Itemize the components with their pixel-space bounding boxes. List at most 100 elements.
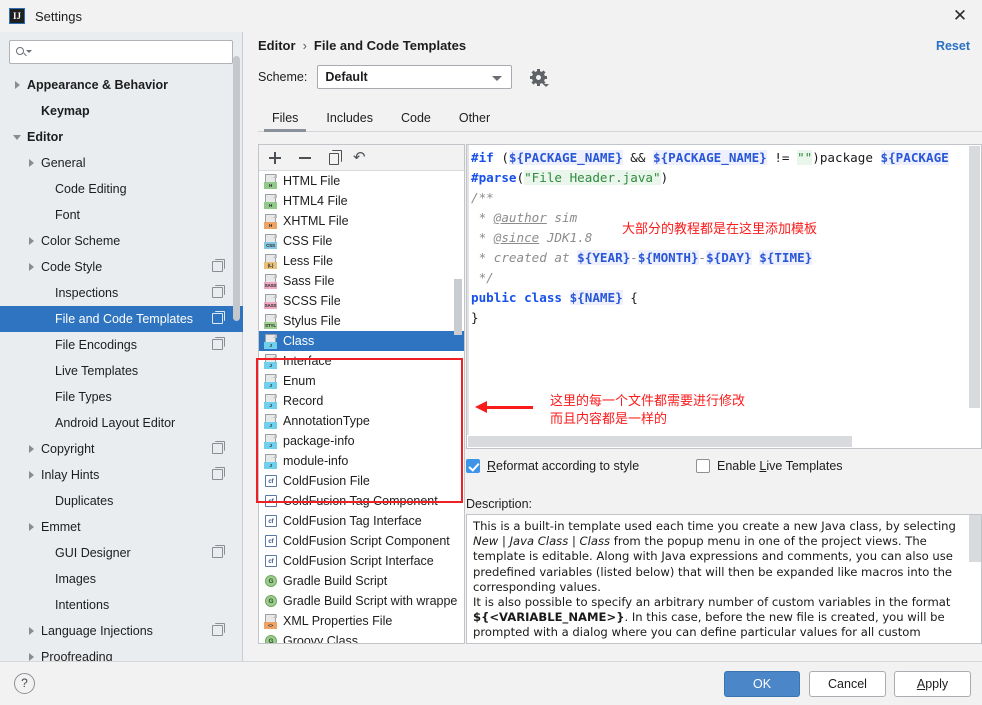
- list-item[interactable]: GGradle Build Script with wrappe: [259, 591, 464, 611]
- list-item[interactable]: STYLStylus File: [259, 311, 464, 331]
- editor-horizontal-scrollbar[interactable]: [467, 435, 970, 448]
- sidebar-scrollbar[interactable]: [233, 56, 240, 321]
- chevron-right-icon[interactable]: [24, 263, 38, 271]
- sidebar-item-file-encodings[interactable]: File Encodings: [0, 332, 243, 358]
- list-scrollbar[interactable]: [454, 279, 462, 335]
- file-type-icon: CSS: [264, 234, 278, 249]
- tab-includes[interactable]: Includes: [312, 111, 387, 131]
- list-item[interactable]: cfColdFusion Script Component: [259, 531, 464, 551]
- cancel-button[interactable]: Cancel: [809, 671, 886, 697]
- editor-vertical-scrollbar[interactable]: [968, 145, 981, 410]
- sidebar-item-file-types[interactable]: File Types: [0, 384, 243, 410]
- help-button[interactable]: ?: [14, 673, 35, 694]
- reformat-checkbox[interactable]: [466, 459, 480, 473]
- sidebar-item-language-injections[interactable]: Language Injections: [0, 618, 243, 644]
- list-item[interactable]: Jpackage-info: [259, 431, 464, 451]
- list-item[interactable]: SASSSCSS File: [259, 291, 464, 311]
- sidebar-item-editor[interactable]: Editor: [0, 124, 243, 150]
- sidebar-item-appearance-behavior[interactable]: Appearance & Behavior: [0, 72, 243, 98]
- description-scrollbar[interactable]: [969, 515, 981, 562]
- list-item[interactable]: HXHTML File: [259, 211, 464, 231]
- chevron-right-icon[interactable]: [24, 523, 38, 531]
- search-input[interactable]: [32, 44, 226, 60]
- list-item[interactable]: GGradle Build Script: [259, 571, 464, 591]
- copy-settings-icon[interactable]: [212, 469, 223, 480]
- sidebar-item-inlay-hints[interactable]: Inlay Hints: [0, 462, 243, 488]
- list-item[interactable]: SASSSass File: [259, 271, 464, 291]
- list-item[interactable]: {L}Less File: [259, 251, 464, 271]
- search-box[interactable]: [9, 40, 233, 64]
- reset-template-icon[interactable]: ↶: [353, 150, 369, 166]
- list-item[interactable]: HHTML File: [259, 171, 464, 191]
- chevron-right-icon[interactable]: [24, 471, 38, 479]
- sidebar-item-copyright[interactable]: Copyright: [0, 436, 243, 462]
- breadcrumb-parent[interactable]: Editor: [258, 38, 296, 53]
- sidebar-item-gui-designer[interactable]: GUI Designer: [0, 540, 243, 566]
- sidebar-item-file-and-code-templates[interactable]: File and Code Templates: [0, 306, 243, 332]
- tab-files[interactable]: Files: [258, 111, 312, 131]
- list-item[interactable]: <>XML Properties File: [259, 611, 464, 631]
- copy-settings-icon[interactable]: [212, 287, 223, 298]
- sidebar-item-images[interactable]: Images: [0, 566, 243, 592]
- list-item[interactable]: CSS CSS File: [259, 231, 464, 251]
- template-code-editor[interactable]: #if (${PACKAGE_NAME} && ${PACKAGE_NAME} …: [466, 144, 982, 449]
- chevron-down-icon[interactable]: [10, 135, 24, 140]
- list-item[interactable]: cfColdFusion Tag Interface: [259, 511, 464, 531]
- copy-settings-icon[interactable]: [212, 547, 223, 558]
- list-item[interactable]: JEnum: [259, 371, 464, 391]
- sidebar-item-intentions[interactable]: Intentions: [0, 592, 243, 618]
- apply-button[interactable]: Apply: [894, 671, 971, 697]
- chevron-right-icon[interactable]: [10, 81, 24, 89]
- list-item[interactable]: JClass: [259, 331, 464, 351]
- add-template-icon[interactable]: [267, 150, 283, 166]
- sidebar-item-android-layout-editor[interactable]: Android Layout Editor: [0, 410, 243, 436]
- chevron-right-icon[interactable]: [24, 653, 38, 661]
- reset-link[interactable]: Reset: [936, 39, 970, 53]
- list-item[interactable]: cfColdFusion Script Interface: [259, 551, 464, 571]
- sidebar-item-code-style[interactable]: Code Style: [0, 254, 243, 280]
- ok-button[interactable]: OK: [724, 671, 800, 697]
- tab-code[interactable]: Code: [387, 111, 445, 131]
- sidebar-item-color-scheme[interactable]: Color Scheme: [0, 228, 243, 254]
- sidebar-item-code-editing[interactable]: Code Editing: [0, 176, 243, 202]
- live-templates-checkbox[interactable]: [696, 459, 710, 473]
- list-item-label: CSS File: [283, 234, 332, 248]
- chevron-right-icon[interactable]: [24, 159, 38, 167]
- reformat-checkbox-row[interactable]: Reformat according to style: [466, 459, 639, 473]
- template-tabs[interactable]: FilesIncludesCodeOther: [258, 104, 982, 132]
- gear-icon[interactable]: [530, 69, 547, 86]
- sidebar-item-live-templates[interactable]: Live Templates: [0, 358, 243, 384]
- tab-other[interactable]: Other: [445, 111, 504, 131]
- sidebar-item-emmet[interactable]: Emmet: [0, 514, 243, 540]
- copy-settings-icon[interactable]: [212, 313, 223, 324]
- copy-template-icon[interactable]: [329, 153, 339, 165]
- copy-settings-icon[interactable]: [212, 625, 223, 636]
- copy-settings-icon[interactable]: [212, 339, 223, 350]
- sidebar-item-duplicates[interactable]: Duplicates: [0, 488, 243, 514]
- list-item[interactable]: JRecord: [259, 391, 464, 411]
- list-item[interactable]: JAnnotationType: [259, 411, 464, 431]
- list-item[interactable]: cfColdFusion File: [259, 471, 464, 491]
- remove-template-icon[interactable]: [297, 150, 313, 166]
- sidebar-item-proofreading[interactable]: Proofreading: [0, 644, 243, 661]
- close-icon[interactable]: ✕: [950, 7, 970, 27]
- copy-settings-icon[interactable]: [212, 261, 223, 272]
- sidebar-item-font[interactable]: Font: [0, 202, 243, 228]
- chevron-right-icon[interactable]: [24, 445, 38, 453]
- chevron-right-icon[interactable]: [24, 627, 38, 635]
- copy-settings-icon[interactable]: [212, 443, 223, 454]
- template-file-list[interactable]: HHTML FileHHTML4 FileHXHTML File CSS CSS F…: [259, 171, 464, 643]
- sidebar-item-general[interactable]: General: [0, 150, 243, 176]
- list-item[interactable]: cfColdFusion Tag Component: [259, 491, 464, 511]
- list-item[interactable]: GGroovy Class: [259, 631, 464, 643]
- chevron-right-icon[interactable]: [24, 237, 38, 245]
- settings-tree[interactable]: Appearance & BehaviorKeymapEditorGeneral…: [0, 72, 243, 661]
- live-templates-checkbox-row[interactable]: Enable Live Templates: [696, 459, 843, 473]
- list-item-label: HTML File: [283, 174, 340, 188]
- scheme-dropdown[interactable]: Default: [317, 65, 512, 89]
- sidebar-item-inspections[interactable]: Inspections: [0, 280, 243, 306]
- list-item[interactable]: JInterface: [259, 351, 464, 371]
- list-item[interactable]: HHTML4 File: [259, 191, 464, 211]
- sidebar-item-keymap[interactable]: Keymap: [0, 98, 243, 124]
- list-item[interactable]: Jmodule-info: [259, 451, 464, 471]
